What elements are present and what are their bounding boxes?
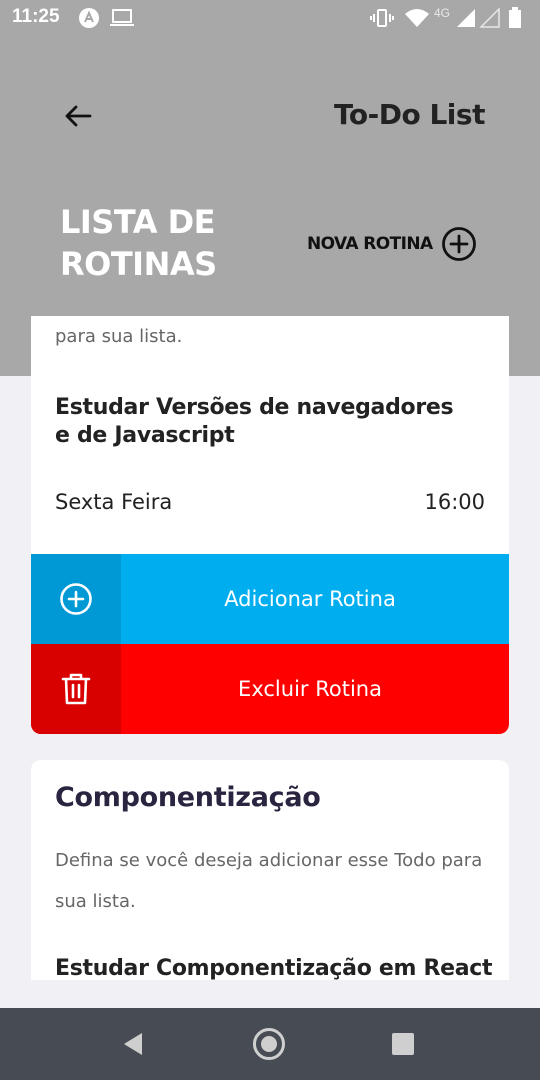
- back-button[interactable]: [60, 98, 96, 134]
- signal-icon: [457, 8, 500, 28]
- screen-cast-icon: [110, 9, 134, 26]
- add-routine-button[interactable]: Adicionar Rotina: [31, 554, 509, 644]
- app-notification-icon: [79, 8, 99, 28]
- routine-title: Componentização: [55, 782, 321, 813]
- new-routine-label: NOVA ROTINA: [307, 234, 433, 254]
- routine-task: Estudar Versões de navegadores e de Java…: [55, 395, 454, 448]
- recents-nav-icon[interactable]: [391, 1032, 415, 1056]
- routine-description: Defina se você deseja adicionar esse Tod…: [55, 850, 483, 912]
- status-bar: 11:25 4G: [0, 0, 540, 36]
- routine-description: para sua lista.: [55, 326, 183, 347]
- delete-routine-label: Excluir Rotina: [238, 677, 382, 701]
- routine-list[interactable]: para sua lista. Estudar Versões de naveg…: [0, 316, 540, 980]
- wifi-icon: [405, 9, 429, 27]
- page-title: LISTA DE ROTINAS: [60, 203, 217, 283]
- vibrate-icon: [370, 9, 394, 27]
- routine-card: para sua lista. Estudar Versões de naveg…: [31, 316, 509, 734]
- delete-routine-button[interactable]: Excluir Rotina: [31, 644, 509, 734]
- routine-task: Estudar Componentização em React: [55, 956, 493, 980]
- back-nav-icon[interactable]: [120, 1030, 148, 1058]
- routine-card[interactable]: Componentização Defina se você deseja ad…: [31, 760, 509, 980]
- status-time: 11:25: [12, 6, 60, 27]
- navigation-bar: [0, 1008, 540, 1080]
- network-type: 4G: [434, 6, 451, 20]
- plus-circle-icon: [60, 583, 92, 615]
- routine-time: 16:00: [424, 490, 485, 514]
- battery-icon: [509, 7, 521, 28]
- new-routine-button[interactable]: NOVA ROTINA: [307, 226, 477, 262]
- trash-icon: [61, 673, 91, 705]
- add-routine-label: Adicionar Rotina: [224, 587, 396, 611]
- home-nav-icon[interactable]: [252, 1027, 286, 1061]
- app-title: To-Do List: [334, 98, 485, 131]
- plus-circle-icon: [441, 227, 476, 261]
- arrow-left-icon: [65, 105, 92, 127]
- routine-day: Sexta Feira: [55, 490, 173, 514]
